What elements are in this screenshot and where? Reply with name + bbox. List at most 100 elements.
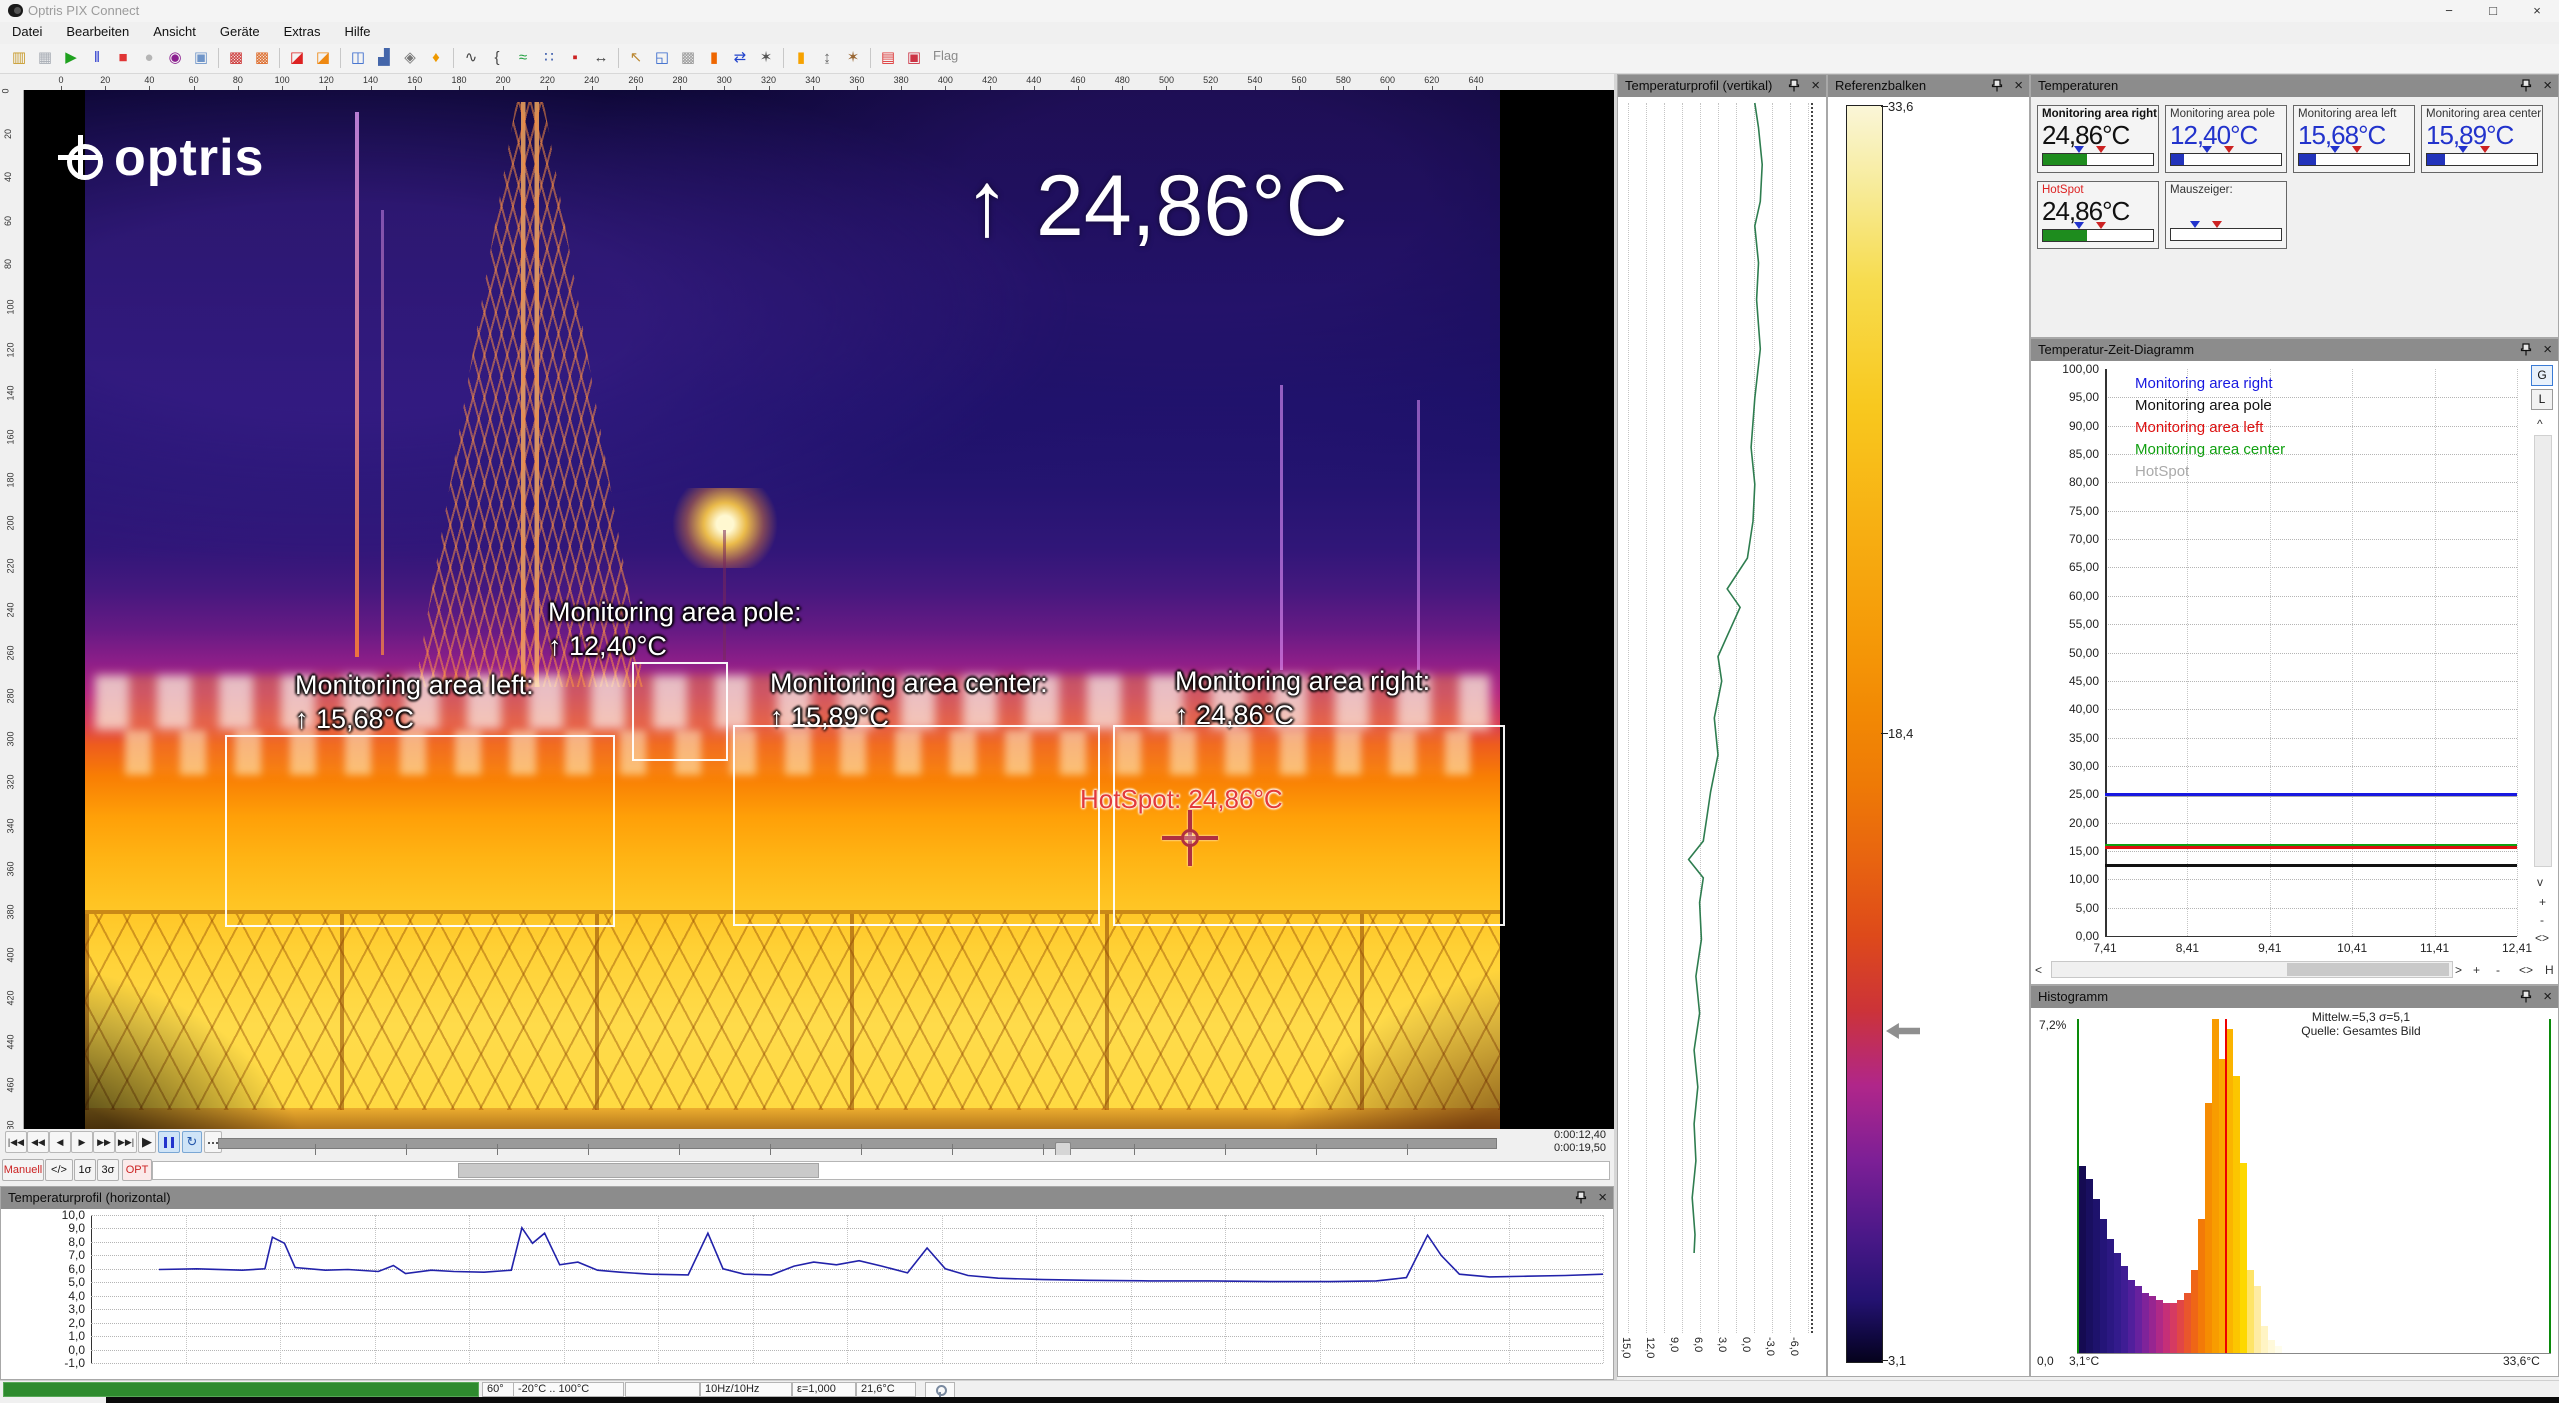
menu-item-ansicht[interactable]: Ansicht xyxy=(141,22,208,41)
hand-tool-icon[interactable]: ↖ xyxy=(624,46,648,70)
area-box-pole[interactable] xyxy=(632,662,728,761)
scroll-left-icon[interactable]: < xyxy=(2035,963,2042,977)
hotspot-tool-icon[interactable]: ♦ xyxy=(424,46,448,70)
ruler-tool-icon[interactable]: ↔ xyxy=(589,46,613,70)
timeline-slider[interactable] xyxy=(218,1138,1497,1149)
zoom-in-v-icon[interactable]: + xyxy=(2539,895,2546,909)
stop-record-icon[interactable]: ■ xyxy=(111,46,135,70)
open-file-icon[interactable]: ▥ xyxy=(7,46,31,70)
pin-icon[interactable] xyxy=(1788,79,1800,93)
save-video-icon[interactable]: ▣ xyxy=(902,46,926,70)
pause-device-icon[interactable]: ‖ xyxy=(85,46,109,70)
minimize-button[interactable]: − xyxy=(2427,0,2471,21)
mode-button-3[interactable]: 3σ xyxy=(97,1159,119,1181)
close-panel-icon[interactable]: × xyxy=(1598,1187,1607,1209)
maximize-button[interactable]: □ xyxy=(2471,0,2515,21)
subtitle-red-icon[interactable]: ▤ xyxy=(876,46,900,70)
menu-item-geräte[interactable]: Geräte xyxy=(208,22,272,41)
nav-fast-back-button[interactable]: ◀◀ xyxy=(27,1131,49,1153)
pause-button[interactable] xyxy=(158,1131,180,1153)
mode-button-manuell[interactable]: Manuell xyxy=(2,1159,44,1181)
digits-display-icon[interactable]: ∷ xyxy=(537,46,561,70)
fit-h-icon[interactable]: <> xyxy=(2519,963,2533,977)
play-button[interactable]: ▶ xyxy=(138,1131,156,1153)
ruler-tick-label: 80 xyxy=(233,75,243,85)
gridline xyxy=(2105,567,2517,568)
menu-item-extras[interactable]: Extras xyxy=(272,22,333,41)
nav-fast-forward-button[interactable]: ▶▶ xyxy=(93,1131,115,1153)
palette-image-icon[interactable]: ▩ xyxy=(224,46,248,70)
zoom-out-h-icon[interactable]: - xyxy=(2496,963,2500,977)
palette-image-alt-icon[interactable]: ▩ xyxy=(250,46,274,70)
area-box-left[interactable] xyxy=(225,735,615,927)
nav-back-button[interactable]: ◀ xyxy=(49,1131,71,1153)
settings-tools-icon[interactable]: ✶ xyxy=(754,46,778,70)
close-panel-icon[interactable]: × xyxy=(2543,986,2552,1008)
v-scrollbar[interactable] xyxy=(2534,435,2552,867)
save-file-icon[interactable]: ▦ xyxy=(33,46,57,70)
nav-first-button[interactable]: |◀◀ xyxy=(5,1131,27,1153)
close-panel-icon[interactable]: × xyxy=(2543,75,2552,97)
scroll-right-icon[interactable]: > xyxy=(2455,963,2462,977)
fullscreen-icon[interactable]: ◱ xyxy=(650,46,674,70)
image-gray-icon[interactable]: ▩ xyxy=(676,46,700,70)
pin-icon[interactable] xyxy=(2520,343,2532,357)
scroll-up-icon[interactable]: ^ xyxy=(2537,417,2543,431)
loop-button[interactable]: ↻ xyxy=(182,1131,202,1153)
snapshot-camera-icon[interactable]: ◉ xyxy=(163,46,187,70)
status-field-3: 10Hz/10Hz xyxy=(700,1382,792,1397)
close-button[interactable]: × xyxy=(2515,0,2559,21)
chart-g-button[interactable]: G xyxy=(2531,365,2553,386)
menu-item-bearbeiten[interactable]: Bearbeiten xyxy=(54,22,141,41)
nav-forward-button[interactable]: ▶ xyxy=(71,1131,93,1153)
palette-bar-icon[interactable]: ▮ xyxy=(702,46,726,70)
mode-button-opt[interactable]: OPT xyxy=(122,1159,152,1181)
device-info-icon[interactable]: ◈ xyxy=(398,46,422,70)
image-red-icon[interactable]: ◪ xyxy=(285,46,309,70)
flame-palette-icon[interactable]: ▮ xyxy=(789,46,813,70)
palette-switch-icon[interactable]: ⇄ xyxy=(728,46,752,70)
flag-label[interactable]: Flag xyxy=(933,48,958,63)
pin-icon[interactable] xyxy=(1991,79,2003,93)
hold-button[interactable]: H xyxy=(2545,963,2554,977)
card-range-bar xyxy=(2426,153,2538,166)
range-scrollbar-thumb[interactable] xyxy=(458,1163,819,1178)
play-device-icon[interactable]: ▶ xyxy=(59,46,83,70)
fit-v-icon[interactable]: <> xyxy=(2535,931,2549,945)
low-marker-icon xyxy=(2202,146,2212,158)
ruler-tick-label: 640 xyxy=(1468,75,1483,85)
histogram-tool-icon[interactable]: ▟ xyxy=(372,46,396,70)
time-diagram-tool-icon[interactable]: ≈ xyxy=(511,46,535,70)
range-scrollbar[interactable] xyxy=(152,1161,1610,1180)
nav-last-button[interactable]: ▶▶| xyxy=(115,1131,137,1153)
area-box-center[interactable] xyxy=(733,725,1100,926)
pin-icon[interactable] xyxy=(2520,79,2532,93)
isotherm-tool-icon[interactable]: { xyxy=(485,46,509,70)
record-icon[interactable]: ● xyxy=(137,46,161,70)
pin-icon[interactable] xyxy=(1575,1191,1587,1205)
close-panel-icon[interactable]: × xyxy=(2543,339,2552,361)
mode-button-1[interactable]: 1σ xyxy=(74,1159,96,1181)
close-panel-icon[interactable]: × xyxy=(1811,75,1820,97)
copy-image-icon[interactable]: ▣ xyxy=(189,46,213,70)
hotspot-crosshair-icon[interactable] xyxy=(1162,810,1218,866)
layout-windows-icon[interactable]: ◫ xyxy=(346,46,370,70)
image-orange-icon[interactable]: ◪ xyxy=(311,46,335,70)
range-lock-icon[interactable]: ↨ xyxy=(815,46,839,70)
h-scrollbar-thumb[interactable] xyxy=(2287,963,2449,976)
profile-tool-icon[interactable]: ∿ xyxy=(459,46,483,70)
config-tools-icon[interactable]: ✶ xyxy=(841,46,865,70)
hist-bar xyxy=(2170,1303,2177,1353)
zoom-out-v-icon[interactable]: - xyxy=(2540,913,2544,927)
gridline xyxy=(2105,681,2517,682)
menu-item-datei[interactable]: Datei xyxy=(0,22,54,41)
zoom-in-h-icon[interactable]: + xyxy=(2473,963,2480,977)
scroll-down-icon[interactable]: v xyxy=(2537,875,2543,889)
pin-icon[interactable] xyxy=(2520,990,2532,1004)
mode-button-[interactable]: </> xyxy=(45,1159,73,1181)
menu-item-hilfe[interactable]: Hilfe xyxy=(332,22,382,41)
temp-dots-icon[interactable]: ▪ xyxy=(563,46,587,70)
chart-l-button[interactable]: L xyxy=(2531,389,2553,410)
close-panel-icon[interactable]: × xyxy=(2014,75,2023,97)
h-scrollbar[interactable] xyxy=(2051,961,2453,978)
